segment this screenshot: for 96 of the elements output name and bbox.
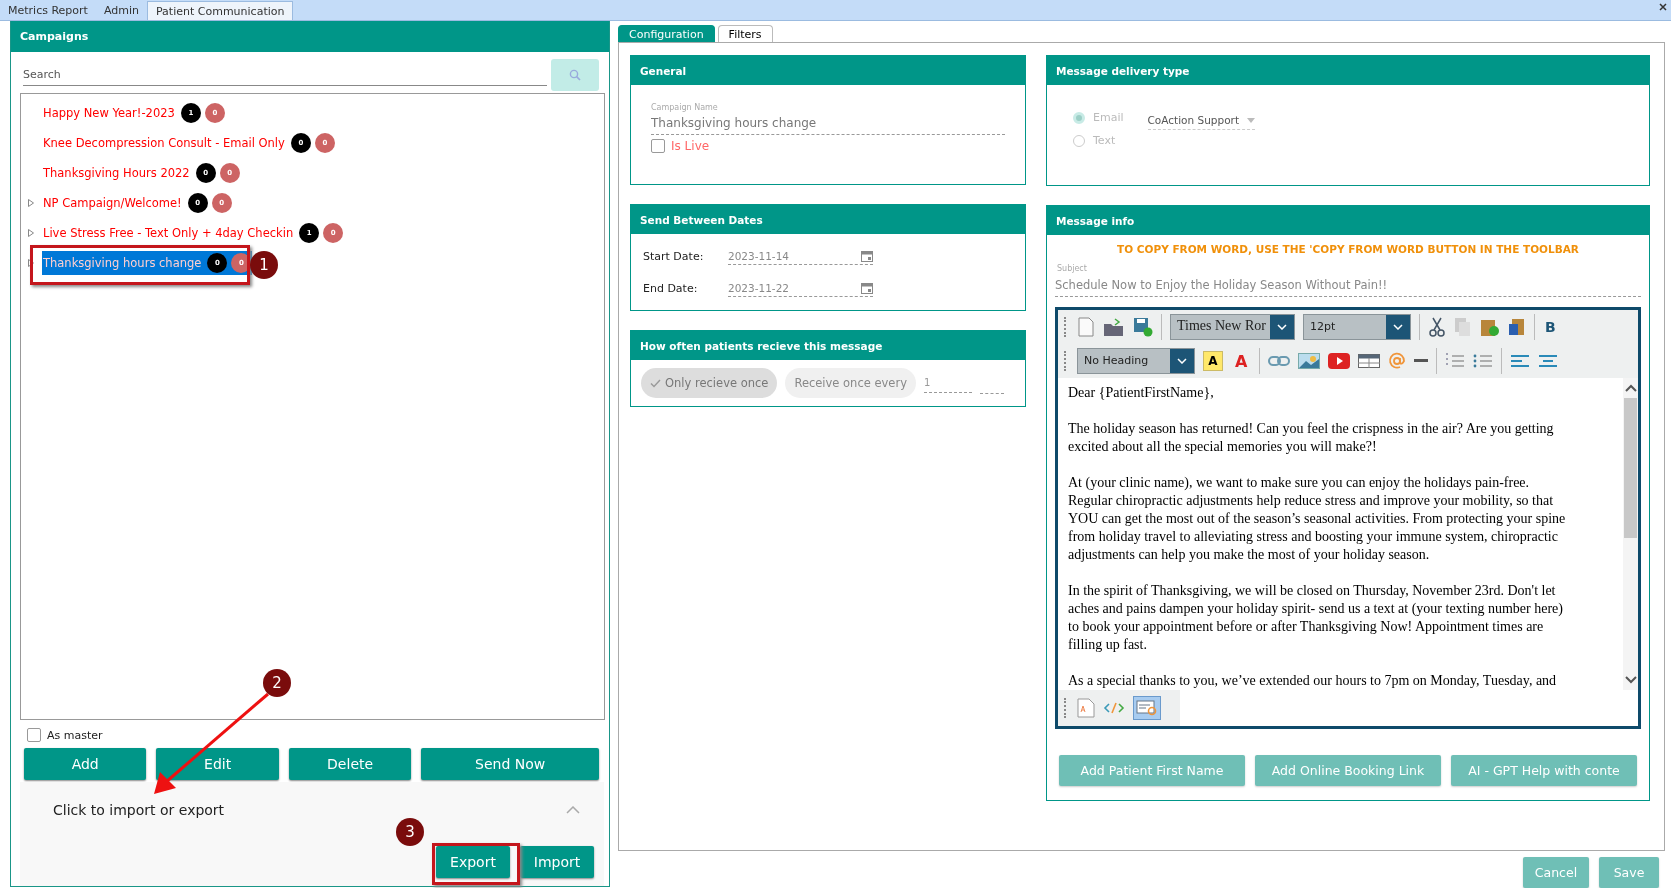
checkbox[interactable] [27, 728, 41, 742]
option-toggle[interactable]: Receive once every [785, 368, 916, 398]
campaign-name: NP Campaign/Welcome! [43, 196, 182, 210]
chevron-icon [1276, 324, 1287, 330]
step-marker: 1 [250, 251, 278, 279]
new-document-icon[interactable] [1077, 317, 1095, 337]
insert-button[interactable]: AI - GPT Help with conte [1451, 755, 1637, 786]
paragraph: In the spirit of Thanksgiving, we will be closed on Thursday, November 23rd. Don't let aches and pains dampen your holiday spirit- send us a text at (your texting number here) to book your appointment before or after Thanksgiving Now! Appointment times are filling up fast. [1068, 582, 1564, 654]
highlight-button[interactable]: A [1203, 351, 1223, 371]
code-view-icon[interactable] [1103, 702, 1125, 714]
bulleted-list-icon[interactable] [1473, 353, 1494, 369]
footer-button[interactable]: Cancel [1523, 857, 1589, 888]
numbered-list-icon[interactable] [1445, 353, 1466, 369]
count-field[interactable]: 1 [923, 373, 972, 393]
chevron-icon [1392, 324, 1403, 330]
sender-dropdown[interactable]: CoAction Support [1147, 111, 1256, 130]
action-button[interactable]: Delete [288, 748, 412, 780]
save-icon[interactable] [1133, 317, 1153, 337]
field-label: End Date: [643, 281, 699, 295]
campaign-name: Thanksgiving Hours 2022 [43, 166, 190, 180]
option-toggle[interactable]: Only recieve once [641, 368, 778, 398]
scrollbar[interactable] [1623, 378, 1638, 690]
step-marker: 2 [263, 669, 291, 697]
radio-button[interactable] [1073, 111, 1085, 124]
campaign-name: Thanksgiving hours change [43, 256, 202, 270]
design-view-icon[interactable] [1077, 698, 1095, 718]
field-label: Subject [1056, 264, 1087, 273]
bold-button[interactable]: B [1542, 319, 1558, 335]
checkbox-label: As master [47, 728, 103, 742]
calendar-icon[interactable] [861, 281, 873, 294]
action-button[interactable]: Add [24, 748, 147, 780]
font-color-button[interactable]: A [1231, 351, 1252, 371]
scroll-down-icon[interactable] [1624, 676, 1637, 684]
close-icon[interactable] [1659, 3, 1667, 11]
scissors-icon[interactable] [1427, 317, 1446, 337]
paragraph: The holiday season has returned! Can you feel the crispness in the air? Are you getting excited about all the special memories you will make?! [1068, 420, 1555, 456]
paste-icon[interactable] [1479, 317, 1500, 337]
module-tab[interactable]: Admin [95, 1, 147, 20]
card-title: How often patients recieve this message [631, 331, 1025, 360]
insert-button[interactable]: Add Online Booking Link [1255, 755, 1441, 786]
search-icon [569, 69, 581, 81]
paragraph: As a special thanks to you, we’ve extended our hours to 7pm on Monday, Tuesday, and [1068, 672, 1558, 690]
link-icon[interactable] [1268, 355, 1291, 367]
card-title: Message delivery type [1047, 56, 1649, 85]
campaign-name-field[interactable]: Thanksgiving hours change [651, 112, 1005, 135]
caret-icon [1247, 117, 1256, 123]
folder-icon[interactable] [1103, 317, 1125, 337]
field-label: Start Date: [643, 249, 705, 263]
field-label: Campaign Name [651, 103, 719, 112]
module-tab[interactable]: Patient Communication [146, 1, 294, 20]
preview-icon[interactable] [1133, 696, 1161, 720]
heading-dropdown[interactable]: No Heading [1077, 348, 1195, 374]
action-button[interactable]: Send Now [421, 748, 599, 780]
table-icon[interactable] [1358, 354, 1381, 368]
date-field[interactable]: 2023-11-14 [728, 247, 873, 265]
grip-icon [1064, 351, 1069, 371]
tab[interactable]: Filters [717, 25, 773, 42]
insert-button[interactable]: Add Patient First Name [1059, 755, 1245, 786]
card-title: Send Between Dates [631, 205, 1025, 234]
campaign-name: Happy New Year!-2023 [43, 106, 175, 120]
paste-from-word-icon[interactable] [1507, 317, 1526, 337]
notice-text: TO COPY FROM WORD, USE THE 'COPY FROM WORD BUTTON IN THE TOOLBAR [1116, 243, 1580, 255]
paragraph: Dear {PatientFirstName}, [1068, 384, 1215, 402]
action-button[interactable]: Import [520, 846, 594, 878]
video-icon[interactable] [1328, 353, 1351, 369]
align-left-icon[interactable] [1510, 354, 1531, 368]
checkbox[interactable] [651, 139, 665, 153]
action-button[interactable]: Edit [156, 748, 279, 780]
image-icon[interactable] [1298, 353, 1321, 369]
calendar-icon[interactable] [861, 249, 873, 262]
radio-label: Email [1093, 111, 1124, 124]
chevron-icon[interactable] [566, 806, 580, 814]
module-tab[interactable]: Metrics Report [0, 1, 96, 20]
grip-icon [1064, 698, 1069, 718]
subject-field[interactable]: Schedule Now to Enjoy the Holiday Season Without Pain!! [1055, 274, 1641, 297]
checkbox-label: Is Live [671, 139, 710, 153]
tab[interactable]: Configuration [618, 25, 715, 42]
check-icon [650, 378, 661, 388]
campaign-name: Live Stress Free - Text Only + 4day Checkin [43, 226, 294, 240]
scroll-up-icon[interactable] [1624, 384, 1637, 392]
campaign-name: Knee Decompression Consult - Email Only [43, 136, 285, 150]
panel-title: Campaigns [11, 21, 609, 52]
grip-icon [1064, 317, 1069, 337]
align-center-icon[interactable] [1538, 354, 1559, 368]
paragraph: At (your clinic name), we want to make sure you can enjoy the holidays pain-free. Regular chiropractic adjustments help reduce stress and improve your mobility, so that YOU can get the most out of the season’s seasonal activities. From protecting your spine from holiday travel to alleviating stress and boosting your immune system, chiropractic adjustments can help you make the most of your holiday season. [1068, 474, 1567, 564]
font-dropdown[interactable]: Times New Ror [1170, 314, 1295, 340]
card-title: General [631, 56, 1025, 85]
chevron-icon [1177, 358, 1187, 364]
date-field[interactable]: 2023-11-22 [728, 279, 873, 297]
footer-button[interactable]: Save [1599, 857, 1659, 888]
section-label[interactable]: Click to import or export [53, 802, 225, 818]
action-button[interactable]: Export [436, 846, 510, 878]
radio-label: Text [1093, 134, 1116, 147]
font-size-dropdown[interactable]: 12pt [1302, 314, 1411, 340]
at-sign-icon[interactable] [1388, 352, 1407, 370]
card-title: Message info [1047, 206, 1649, 235]
